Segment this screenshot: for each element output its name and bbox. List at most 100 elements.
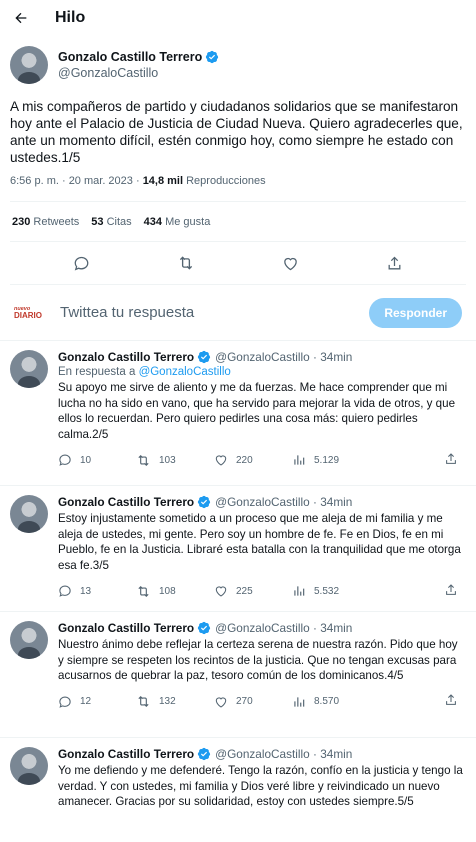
views-button[interactable]: 5.532 xyxy=(292,584,370,598)
tweet-text: Yo me defiendo y me defenderé. Tengo la … xyxy=(58,764,463,808)
views-label: Reproducciones xyxy=(183,175,266,187)
author-name[interactable]: Gonzalo Castillo Terrero xyxy=(58,350,194,364)
share-button[interactable] xyxy=(386,255,403,272)
reply-count: 10 xyxy=(80,454,92,466)
reply-context: En respuesta a @GonzaloCastillo xyxy=(58,366,466,378)
top-bar: Hilo xyxy=(0,0,476,36)
like-button[interactable]: 270 xyxy=(214,695,292,709)
author-handle[interactable]: @GonzaloCastillo · 34min xyxy=(215,350,352,364)
like-count: 220 xyxy=(236,454,253,466)
views-count: 5.129 xyxy=(314,454,340,466)
reply-icon xyxy=(75,256,89,270)
reply-button[interactable]: 12 xyxy=(58,695,136,709)
reply-button[interactable] xyxy=(73,255,90,272)
retweet-button[interactable]: 103 xyxy=(136,453,214,468)
tweet-header: Gonzalo Castillo Terrero @GonzaloCastill… xyxy=(58,621,466,635)
reply-count: 13 xyxy=(80,585,92,597)
tweet-time[interactable]: 6:56 p. m. · 20 mar. 2023 · xyxy=(10,175,143,187)
tweet-actions: 12 132 270 8.570 xyxy=(58,687,466,717)
views-button[interactable]: 8.570 xyxy=(292,695,370,709)
share-button[interactable] xyxy=(444,452,458,469)
views-count: 5.532 xyxy=(314,585,340,597)
share-button[interactable] xyxy=(444,693,458,710)
likes-count: 434 xyxy=(143,216,163,228)
retweet-count: 132 xyxy=(159,696,176,707)
avatar[interactable] xyxy=(10,621,48,659)
author-name[interactable]: Gonzalo Castillo Terrero xyxy=(58,50,202,64)
retweet-count: 108 xyxy=(159,585,176,597)
reply-button[interactable]: 13 xyxy=(58,584,136,598)
retweets-stat[interactable]: 230 Retweets xyxy=(12,216,79,228)
thread-tweet[interactable]: Gonzalo Castillo Terrero @GonzaloCastill… xyxy=(0,486,476,612)
author-handle[interactable]: @GonzaloCastillo · 34min xyxy=(215,621,352,635)
thread-tweet[interactable]: Gonzalo Castillo Terrero @GonzaloCastill… xyxy=(0,738,476,838)
retweet-button[interactable] xyxy=(177,254,195,272)
views-icon xyxy=(294,586,305,596)
tweet-text: Nuestro ánimo debe reflejar la certeza s… xyxy=(58,638,458,682)
tweet-meta: 6:56 p. m. · 20 mar. 2023 · 14,8 mil Rep… xyxy=(10,175,466,187)
page-title: Hilo xyxy=(55,9,86,26)
retweet-icon xyxy=(138,585,149,597)
author-name-line[interactable]: Gonzalo Castillo Terrero xyxy=(58,50,219,64)
heart-icon xyxy=(215,586,227,597)
reply-input[interactable]: Twittea tu respuesta xyxy=(60,304,369,321)
tweet-header: Gonzalo Castillo Terrero @GonzaloCastill… xyxy=(58,747,466,761)
reply-composer: nuevo DIARIO Twittea tu respuesta Respon… xyxy=(0,285,476,341)
retweet-icon xyxy=(138,454,149,466)
verified-badge-icon xyxy=(198,747,211,761)
retweet-icon xyxy=(138,696,149,707)
heart-icon xyxy=(215,696,227,708)
like-button[interactable]: 220 xyxy=(214,453,292,467)
reply-to-link[interactable]: @GonzaloCastillo xyxy=(139,366,231,378)
author-handle[interactable]: @GonzaloCastillo · 34min xyxy=(215,747,352,761)
reply-submit-button[interactable]: Responder xyxy=(369,297,462,328)
tweet-body: Gonzalo Castillo Terrero @GonzaloCastill… xyxy=(58,621,466,737)
logo-bottom-text: DIARIO xyxy=(14,310,42,320)
thread-tweet[interactable]: Gonzalo Castillo Terrero @GonzaloCastill… xyxy=(0,341,476,486)
author-name[interactable]: Gonzalo Castillo Terrero xyxy=(58,495,194,509)
reply-button[interactable]: 10 xyxy=(58,453,136,467)
retweet-icon xyxy=(180,256,193,270)
tweet-header: Gonzalo Castillo Terrero @GonzaloCastill… xyxy=(58,350,466,364)
avatar[interactable] xyxy=(10,747,48,785)
author-name[interactable]: Gonzalo Castillo Terrero xyxy=(58,747,194,761)
heart-icon xyxy=(284,257,297,270)
author-name[interactable]: Gonzalo Castillo Terrero xyxy=(58,621,194,635)
tweet-text: A mis compañeros de partido y ciudadanos… xyxy=(10,99,463,165)
reply-icon xyxy=(59,585,71,597)
views-button[interactable]: 5.129 xyxy=(292,453,370,467)
tweet-body: Gonzalo Castillo Terrero @GonzaloCastill… xyxy=(58,495,466,611)
share-icon xyxy=(446,452,456,464)
retweet-button[interactable]: 108 xyxy=(136,584,214,599)
tweet-actions: 10 103 220 5.129 xyxy=(58,445,466,475)
author-handle[interactable]: @GonzaloCastillo xyxy=(58,66,219,80)
main-action-bar xyxy=(10,242,466,284)
tweet-text: Estoy injustamente sometido a un proceso… xyxy=(58,512,461,572)
views-icon xyxy=(294,696,305,707)
back-button[interactable] xyxy=(10,7,32,29)
tweet-actions: 13 108 225 5.532 xyxy=(58,576,466,606)
quotes-stat[interactable]: 53 Citas xyxy=(91,216,131,228)
like-button[interactable]: 225 xyxy=(214,584,292,598)
avatar[interactable] xyxy=(10,46,48,84)
likes-stat[interactable]: 434 Me gusta xyxy=(144,216,211,228)
views-icon xyxy=(294,455,305,465)
quotes-label: Citas xyxy=(106,216,132,228)
author-names: Gonzalo Castillo Terrero @GonzaloCastill… xyxy=(58,50,219,80)
views-count: 8.570 xyxy=(314,696,340,707)
verified-badge-icon xyxy=(198,621,211,635)
arrow-left-icon xyxy=(15,12,27,24)
verified-badge-icon xyxy=(206,50,219,64)
avatar[interactable] xyxy=(10,495,48,533)
reply-prefix: En respuesta a xyxy=(58,366,139,378)
share-icon xyxy=(446,694,456,705)
avatar[interactable] xyxy=(10,350,48,388)
verified-badge-icon xyxy=(198,350,211,364)
share-icon xyxy=(446,583,456,595)
author-handle[interactable]: @GonzaloCastillo · 34min xyxy=(215,495,352,509)
retweet-button[interactable]: 132 xyxy=(136,694,214,709)
like-button[interactable] xyxy=(282,255,299,272)
thread-tweet[interactable]: Gonzalo Castillo Terrero @GonzaloCastill… xyxy=(0,612,476,738)
tweet-body: Gonzalo Castillo Terrero @GonzaloCastill… xyxy=(58,350,466,485)
share-button[interactable] xyxy=(444,583,458,600)
